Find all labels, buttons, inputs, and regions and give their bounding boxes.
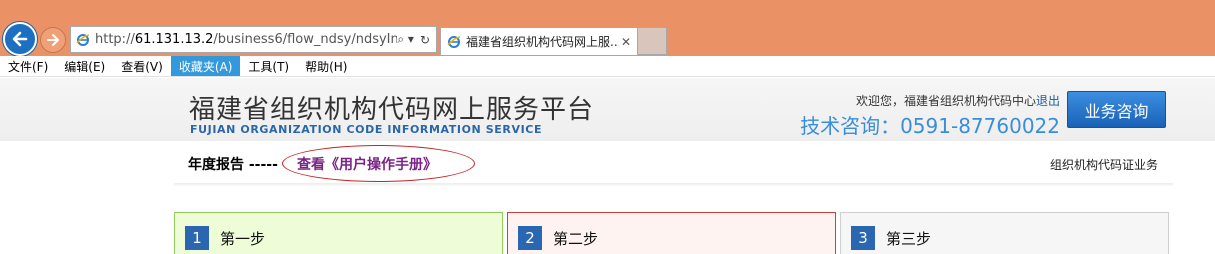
- step-3-panel: 3 第三步: [840, 212, 1169, 254]
- menu-file[interactable]: 文件(F): [0, 56, 56, 76]
- step-2-panel: 2 第二步: [507, 212, 836, 254]
- step-label: 第三步: [886, 230, 932, 248]
- new-tab-button[interactable]: [638, 27, 667, 55]
- menu-tools[interactable]: 工具(T): [240, 56, 297, 76]
- step-label: 第一步: [220, 230, 266, 248]
- support-hotline: 技术咨询：0591-87760022: [800, 114, 1060, 138]
- menu-edit[interactable]: 编辑(E): [56, 56, 113, 76]
- back-arrow-icon: [12, 31, 28, 47]
- ie-page-icon: [76, 33, 90, 46]
- refresh-icon[interactable]: ↻: [420, 33, 430, 47]
- business-label: 组织机构代码证业务: [1050, 158, 1159, 172]
- close-tab-icon[interactable]: ✕: [619, 35, 633, 49]
- welcome-text: 欢迎您，福建省组织机构代码中心退出: [855, 94, 1060, 108]
- menu-favorites[interactable]: 收藏夹(A): [170, 56, 241, 76]
- breadcrumb: 年度报告 -----: [188, 157, 278, 173]
- browser-tab[interactable]: 福建省组织机构代码网上服... ✕: [440, 27, 638, 55]
- back-button[interactable]: [3, 22, 37, 56]
- address-url[interactable]: http://61.131.13.2/business6/flow_ndsy/n…: [95, 32, 397, 47]
- step-number: 1: [185, 226, 209, 250]
- menu-view[interactable]: 查看(V): [113, 56, 171, 76]
- consult-button[interactable]: 业务咨询: [1067, 91, 1166, 128]
- ie-tab-icon: [447, 35, 461, 48]
- forward-button[interactable]: [40, 27, 66, 53]
- step-1-panel: 1 第一步: [174, 212, 503, 254]
- menu-help[interactable]: 帮助(H): [297, 56, 355, 76]
- menu-bar: 文件(F) 编辑(E) 查看(V) 收藏夹(A) 工具(T) 帮助(H): [0, 56, 1215, 77]
- site-header: 福建省组织机构代码网上服务平台 FUJIAN ORGANIZATION CODE…: [0, 78, 1215, 141]
- divider: [174, 183, 1173, 186]
- address-bar[interactable]: http://61.131.13.2/business6/flow_ndsy/n…: [70, 26, 437, 53]
- forward-arrow-icon: [47, 34, 59, 46]
- search-dropdown-icon[interactable]: ⌕ ▾: [397, 32, 414, 47]
- user-manual-link[interactable]: 查看《用户操作手册》: [297, 154, 437, 174]
- site-title: 福建省组织机构代码网上服务平台: [189, 95, 595, 125]
- step-label: 第二步: [553, 230, 599, 248]
- step-number: 2: [518, 226, 542, 250]
- site-subtitle: FUJIAN ORGANIZATION CODE INFORMATION SER…: [190, 123, 543, 136]
- step-number: 3: [851, 226, 875, 250]
- tab-title: 福建省组织机构代码网上服...: [466, 35, 619, 49]
- logout-link[interactable]: 退出: [1036, 94, 1060, 108]
